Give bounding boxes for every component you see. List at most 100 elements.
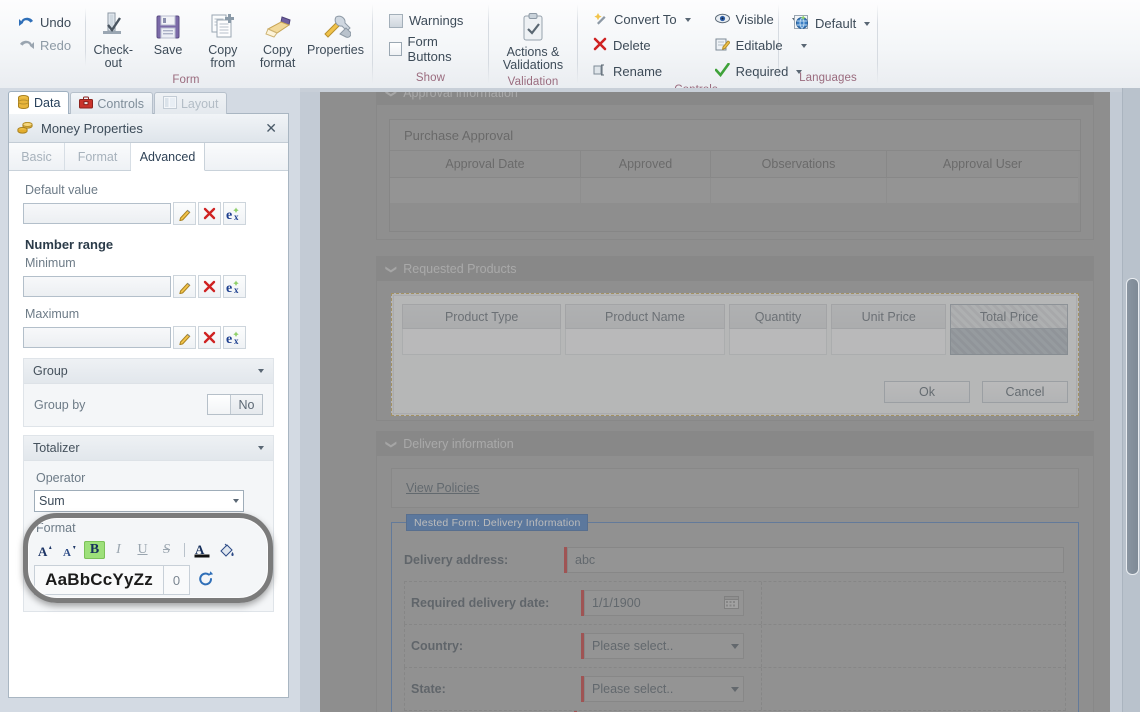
properties-panel: Money Properties ✕ Basic Format Advanced…: [8, 113, 289, 698]
rename-button[interactable]: Rename: [588, 59, 696, 84]
formula-button[interactable]: ex: [223, 275, 246, 298]
panel-tab-layout[interactable]: Layout: [153, 92, 228, 114]
properties-panel-title: Money Properties: [41, 120, 143, 136]
actions-validations-button[interactable]: Actions & Validations: [495, 6, 571, 76]
controls-column-1: Convert To Delete Rename: [584, 2, 700, 84]
tab-advanced[interactable]: Advanced: [131, 143, 205, 171]
tab-format[interactable]: Format: [65, 143, 131, 170]
minimum-input[interactable]: [23, 276, 171, 297]
clear-button[interactable]: [198, 275, 221, 298]
fill-color-button[interactable]: [216, 541, 237, 559]
maximum-label: Maximum: [25, 307, 80, 321]
state-select[interactable]: Please select..: [584, 676, 744, 702]
group-section-title: Group: [33, 364, 68, 378]
column-header-approval-date[interactable]: Approval Date: [390, 151, 581, 178]
bold-button[interactable]: B: [84, 541, 105, 559]
strikethrough-button[interactable]: S: [156, 541, 177, 559]
red-x-icon: [593, 37, 607, 54]
section-requested-products: ❯ Requested Products Product Type Produc…: [376, 256, 1094, 421]
decrease-font-size-button[interactable]: A: [60, 541, 81, 559]
convert-to-button[interactable]: Convert To: [588, 7, 696, 32]
ok-button[interactable]: Ok: [884, 381, 970, 403]
delete-button[interactable]: Delete: [588, 33, 696, 58]
copy-from-icon: [208, 8, 238, 42]
editable-label: Editable: [735, 38, 783, 53]
formula-button[interactable]: ex: [223, 202, 246, 225]
panel-tab-controls[interactable]: Controls: [70, 92, 153, 114]
totalizer-section-header[interactable]: Totalizer: [24, 436, 273, 461]
tab-filler: [205, 143, 288, 170]
ribbon-toolbar: Undo Redo Check-out Save Copy from Copy …: [0, 0, 1140, 96]
group-by-toggle[interactable]: No: [207, 394, 263, 415]
grid-column-quantity[interactable]: Quantity: [728, 304, 828, 355]
view-policies-link[interactable]: View Policies: [406, 481, 479, 495]
requested-products-grid: Product Type Product Name Quantity Unit …: [393, 295, 1077, 414]
italic-button[interactable]: I: [108, 541, 129, 559]
copy-from-button[interactable]: Copy from: [195, 4, 250, 74]
properties-button[interactable]: Properties: [305, 4, 366, 61]
tab-basic[interactable]: Basic: [9, 143, 65, 170]
operator-value: Sum: [39, 494, 65, 508]
font-color-button[interactable]: A: [192, 541, 213, 559]
delete-label: Delete: [613, 38, 651, 53]
edit-expression-button[interactable]: [173, 326, 196, 349]
languages-column-1: Default: [785, 6, 879, 36]
country-select[interactable]: Please select..: [584, 633, 744, 659]
section-delivery-information-header[interactable]: ❯ Delivery information: [377, 432, 1093, 456]
operator-select[interactable]: Sum: [34, 490, 244, 512]
totalizer-section-body: Operator Sum Format A A B I U S A AaBbCc…: [23, 461, 273, 611]
section-delivery-information: ❯ Delivery information View Policies Nes…: [376, 431, 1094, 712]
panel-tab-controls-label: Controls: [97, 96, 144, 111]
default-language-button[interactable]: Default: [789, 11, 875, 36]
grid-column-product-name[interactable]: Product Name: [565, 304, 725, 355]
save-button[interactable]: Save: [141, 4, 196, 61]
group-by-value: No: [238, 397, 255, 412]
database-icon: [17, 94, 30, 112]
refresh-icon[interactable]: [197, 570, 215, 591]
underline-button[interactable]: U: [132, 541, 153, 559]
edit-expression-button[interactable]: [173, 202, 196, 225]
form-buttons-checkbox[interactable]: Form Buttons: [383, 31, 482, 67]
group-section-header[interactable]: Group: [24, 359, 273, 384]
close-icon[interactable]: ✕: [262, 119, 280, 137]
grid-column-total-price[interactable]: Total Price: [950, 304, 1068, 355]
calendar-icon[interactable]: [724, 594, 739, 612]
scrollbar-thumb[interactable]: [1126, 278, 1139, 575]
undo-button[interactable]: Undo: [14, 12, 75, 33]
warnings-checkbox[interactable]: Warnings: [383, 10, 469, 31]
clear-button[interactable]: [198, 202, 221, 225]
column-header-unit-price: Unit Price: [831, 304, 947, 329]
purchase-approval-title: Purchase Approval: [390, 120, 1080, 151]
redo-button[interactable]: Redo: [14, 35, 75, 56]
operator-label: Operator: [36, 471, 86, 485]
required-delivery-date-input[interactable]: 1/1/1900: [584, 590, 744, 616]
canvas-vertical-scrollbar[interactable]: [1122, 88, 1140, 712]
delivery-address-input[interactable]: abc: [567, 547, 1064, 573]
cancel-button[interactable]: Cancel: [982, 381, 1068, 403]
formula-button[interactable]: ex: [223, 326, 246, 349]
application-window: Undo Redo Check-out Save Copy from Copy …: [0, 0, 1140, 712]
column-header-approved[interactable]: Approved: [581, 151, 711, 178]
edit-expression-button[interactable]: [173, 275, 196, 298]
font-size-field[interactable]: 0: [164, 565, 190, 595]
section-approval-information: ❯ Approval information Purchase Approval…: [376, 88, 1094, 240]
grid-column-product-type[interactable]: Product Type: [402, 304, 562, 355]
copy-format-button[interactable]: Copy format: [250, 4, 305, 74]
default-value-input[interactable]: [23, 203, 171, 224]
section-requested-products-header[interactable]: ❯ Requested Products: [377, 257, 1093, 281]
maximum-input[interactable]: [23, 327, 171, 348]
check-out-button[interactable]: Check-out: [86, 4, 141, 74]
grid-column-unit-price[interactable]: Unit Price: [831, 304, 947, 355]
clear-button[interactable]: [198, 326, 221, 349]
column-header-observations[interactable]: Observations: [711, 151, 887, 178]
panel-tab-data-label: Data: [34, 96, 61, 110]
column-header-approval-user[interactable]: Approval User: [887, 151, 1078, 178]
section-delivery-information-title: Delivery information: [403, 437, 514, 451]
toolbar-divider: [184, 543, 185, 557]
chevron-down-icon: [731, 643, 739, 649]
ribbon-group-empty: [878, 0, 1140, 88]
increase-font-size-button[interactable]: A: [36, 541, 57, 559]
ribbon-group-label-languages: Languages: [799, 72, 857, 84]
table-row[interactable]: [390, 178, 1080, 203]
panel-tab-data[interactable]: Data: [8, 91, 70, 114]
